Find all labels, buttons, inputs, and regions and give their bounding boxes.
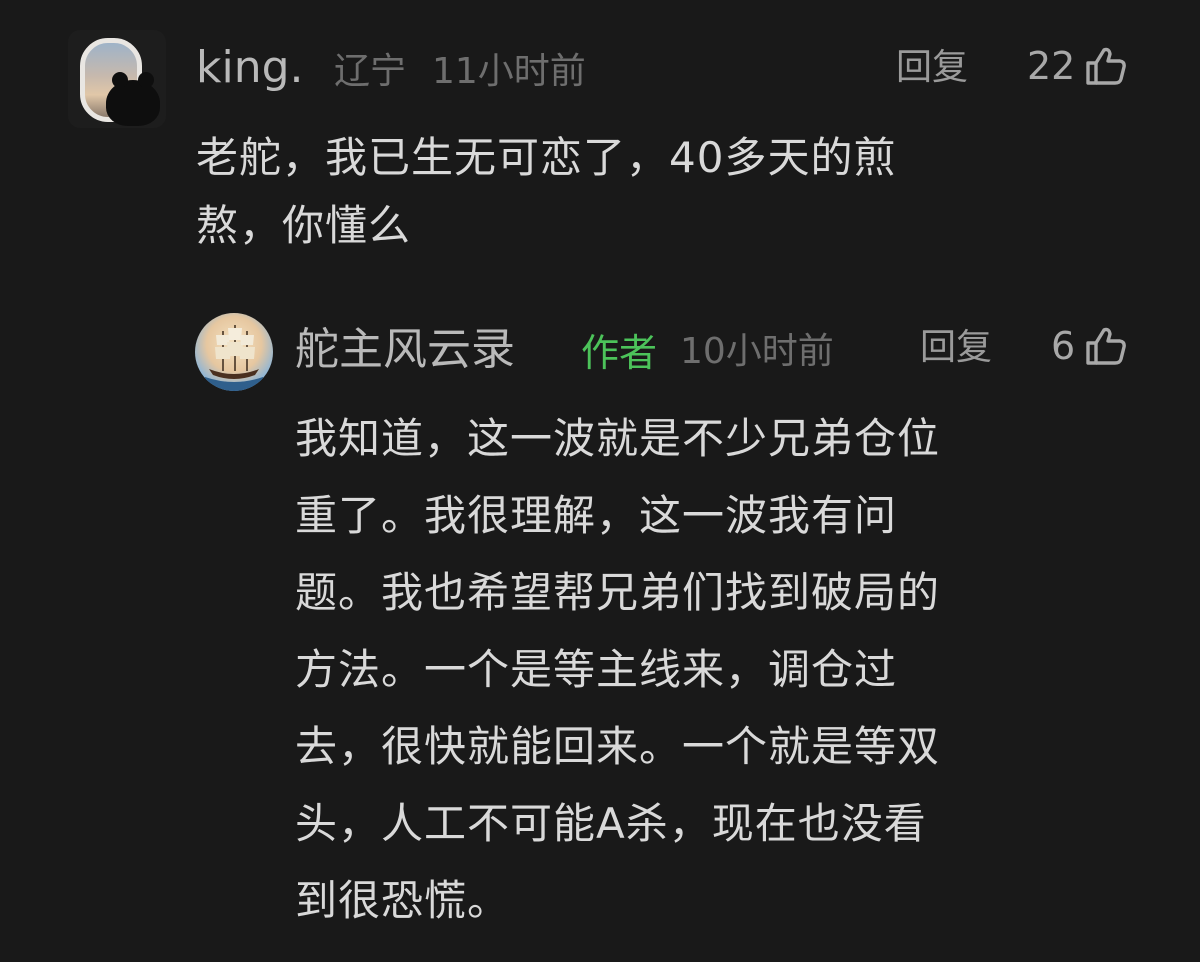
reply-button[interactable]: 回复 [920, 330, 992, 366]
thumbs-up-icon [1086, 47, 1127, 85]
panda-silhouette-image [106, 72, 160, 126]
reply-button[interactable]: 回复 [896, 50, 968, 86]
reply-text-line: 方法。一个是等主线来，调仓过 [295, 645, 898, 694]
reply-text-line: 题。我也希望帮兄弟们找到破局的 [295, 568, 941, 617]
reply-username[interactable]: 舵主风云录 [295, 328, 515, 372]
author-badge: 作者 [581, 331, 658, 375]
reply-text-line: 我知道，这一波就是不少兄弟仓位 [295, 414, 941, 463]
like-button[interactable]: 6 [1051, 326, 1127, 366]
sailing-ship-image [205, 325, 263, 391]
reply-timestamp: 10小时前 [680, 331, 834, 372]
comment-username[interactable]: king. [196, 46, 304, 90]
comment-location: 辽宁 [334, 51, 407, 92]
reply-text-line: 去，很快就能回来。一个就是等双 [295, 722, 941, 771]
thumbs-up-icon [1086, 327, 1127, 365]
user-avatar[interactable] [68, 30, 166, 128]
comment-timestamp: 11小时前 [432, 51, 586, 92]
reply-text-line: 重了。我很理解，这一波我有问 [295, 491, 898, 540]
reply-text-line: 头，人工不可能A杀，现在也没看 [295, 799, 927, 848]
reply-text: 我知道，这一波就是不少兄弟仓位 重了。我很理解，这一波我有问 题。我也希望帮兄弟… [295, 400, 1155, 939]
comment-text-line: 老舵，我已生无可恋了，40多天的煎 [196, 133, 897, 182]
like-count: 6 [1051, 324, 1076, 368]
comment-text: 老舵，我已生无可恋了，40多天的煎 熬，你懂么 [196, 124, 1116, 260]
like-button[interactable]: 22 [1027, 46, 1127, 86]
reply-text-line: 到很恐慌。 [295, 876, 511, 925]
author-avatar[interactable] [195, 313, 273, 391]
comment-text-line: 熬，你懂么 [196, 201, 412, 250]
like-count: 22 [1027, 44, 1076, 88]
